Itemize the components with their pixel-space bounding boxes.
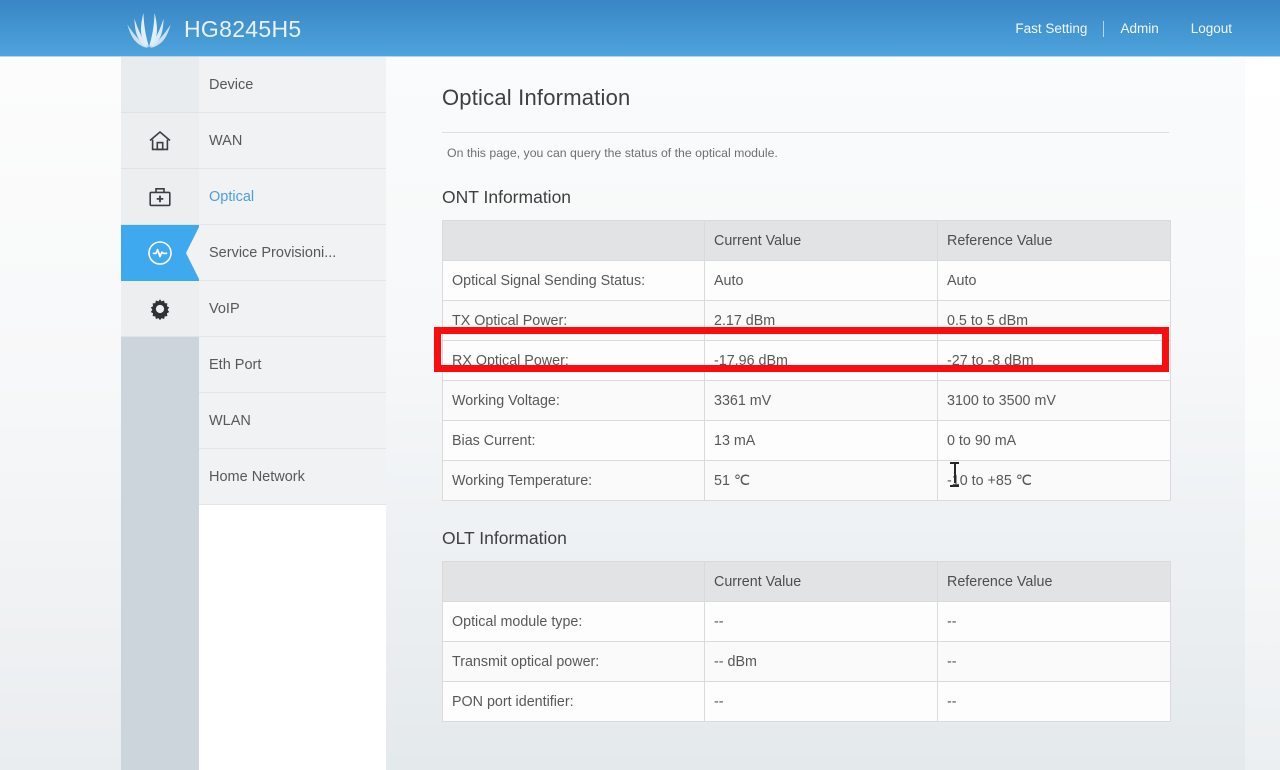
ont-information-table: Current Value Reference Value Optical Si… (442, 220, 1171, 501)
page-left-margin (0, 57, 121, 770)
sidebar-icon-service-status[interactable] (121, 225, 200, 281)
title-divider (442, 132, 1169, 133)
gear-icon (147, 296, 173, 322)
sidebar-item-device[interactable]: Device (199, 57, 386, 113)
brand-title: HG8245H5 (184, 15, 302, 42)
sidebar-submenu: Device WAN Optical Service Provisioni...… (199, 57, 386, 770)
nav-fast-setting[interactable]: Fast Setting (999, 0, 1103, 57)
nav-admin[interactable]: Admin (1104, 0, 1174, 57)
row-label: Bias Current: (442, 420, 705, 461)
ont-section-title: ONT Information (442, 187, 572, 207)
row-current-value: -- dBm (704, 641, 938, 682)
row-label: Optical Signal Sending Status: (442, 260, 705, 301)
olt-table-header-row: Current Value Reference Value (442, 561, 1171, 602)
sidebar-item-voip[interactable]: VoIP (199, 281, 386, 337)
nav-divider (1103, 20, 1105, 37)
table-row: Optical Signal Sending Status: Auto Auto (442, 260, 1171, 301)
row-reference-value: -- (937, 681, 1171, 722)
sidebar-item-wlan[interactable]: WLAN (199, 393, 386, 449)
row-current-value: -- (704, 601, 938, 642)
table-row: Bias Current: 13 mA 0 to 90 mA (442, 420, 1171, 461)
sidebar-icon-home[interactable] (121, 113, 199, 169)
sidebar-item-service-provisioning[interactable]: Service Provisioni... (199, 225, 386, 281)
row-current-value: Auto (704, 260, 938, 301)
row-label: Working Temperature: (442, 460, 705, 501)
sidebar-icon-rail (121, 57, 200, 770)
sidebar-icon-settings[interactable] (121, 281, 199, 337)
table-row: PON port identifier: -- -- (442, 681, 1171, 722)
row-label: RX Optical Power: (442, 340, 705, 381)
ont-col-label (442, 220, 705, 261)
page-title: Optical Information (442, 85, 631, 110)
ont-col-reference: Reference Value (937, 220, 1171, 261)
row-reference-value: -10 to +85 ℃ (937, 460, 1171, 501)
row-reference-value: -27 to -8 dBm (937, 340, 1171, 381)
sidebar-item-optical[interactable]: Optical (199, 169, 386, 225)
row-reference-value: Auto (937, 260, 1171, 301)
row-current-value: 51 ℃ (704, 460, 938, 501)
olt-col-reference: Reference Value (937, 561, 1171, 602)
row-reference-value: 0 to 90 mA (937, 420, 1171, 461)
status-pulse-icon (145, 238, 175, 268)
sidebar-icon-maintenance[interactable] (121, 169, 199, 225)
row-current-value: 3361 mV (704, 380, 938, 421)
sidebar-item-eth-port[interactable]: Eth Port (199, 337, 386, 393)
medical-kit-icon (147, 184, 173, 210)
app-header: HG8245H5 Fast Setting Admin Logout (0, 0, 1280, 57)
sidebar-icon-blank-top (121, 57, 199, 113)
table-row: TX Optical Power: 2.17 dBm 0.5 to 5 dBm (442, 300, 1171, 341)
row-current-value: 13 mA (704, 420, 938, 461)
row-label: PON port identifier: (442, 681, 705, 722)
olt-section-title: OLT Information (442, 528, 567, 548)
huawei-flower-logo-icon (126, 9, 172, 49)
sidebar-item-wan[interactable]: WAN (199, 113, 386, 169)
page-right-margin (1245, 57, 1280, 770)
sidebar-submenu-filler (199, 505, 386, 770)
table-row: Working Temperature: 51 ℃ -10 to +85 ℃ (442, 460, 1171, 501)
row-reference-value: -- (937, 601, 1171, 642)
browser-page: HG8245H5 Fast Setting Admin Logout Devic… (0, 0, 1280, 770)
ont-table-header-row: Current Value Reference Value (442, 220, 1171, 261)
text-cursor (950, 462, 959, 487)
row-current-value: -- (704, 681, 938, 722)
row-reference-value: 0.5 to 5 dBm (937, 300, 1171, 341)
table-row: Transmit optical power: -- dBm -- (442, 641, 1171, 682)
table-row: Optical module type: -- -- (442, 601, 1171, 642)
row-current-value: -17.96 dBm (704, 340, 938, 381)
home-icon (147, 128, 173, 154)
olt-information-table: Current Value Reference Value Optical mo… (442, 561, 1171, 722)
row-current-value: 2.17 dBm (704, 300, 938, 341)
main-content: Optical Information On this page, you ca… (386, 57, 1245, 770)
sidebar-rail-filler (121, 337, 199, 770)
sidebar-item-home-network[interactable]: Home Network (199, 449, 386, 505)
brand: HG8245H5 (126, 9, 301, 49)
row-reference-value: -- (937, 641, 1171, 682)
ont-col-current: Current Value (704, 220, 938, 261)
olt-col-label (442, 561, 705, 602)
page-description: On this page, you can query the status o… (447, 146, 778, 160)
nav-logout[interactable]: Logout (1175, 0, 1248, 57)
row-label: Transmit optical power: (442, 641, 705, 682)
row-reference-value: 3100 to 3500 mV (937, 380, 1171, 421)
row-label: TX Optical Power: (442, 300, 705, 341)
row-label: Optical module type: (442, 601, 705, 642)
header-nav: Fast Setting Admin Logout (999, 0, 1280, 57)
table-row-rx-optical-power: RX Optical Power: -17.96 dBm -27 to -8 d… (442, 340, 1171, 381)
table-row: Working Voltage: 3361 mV 3100 to 3500 mV (442, 380, 1171, 421)
olt-col-current: Current Value (704, 561, 938, 602)
row-label: Working Voltage: (442, 380, 705, 421)
